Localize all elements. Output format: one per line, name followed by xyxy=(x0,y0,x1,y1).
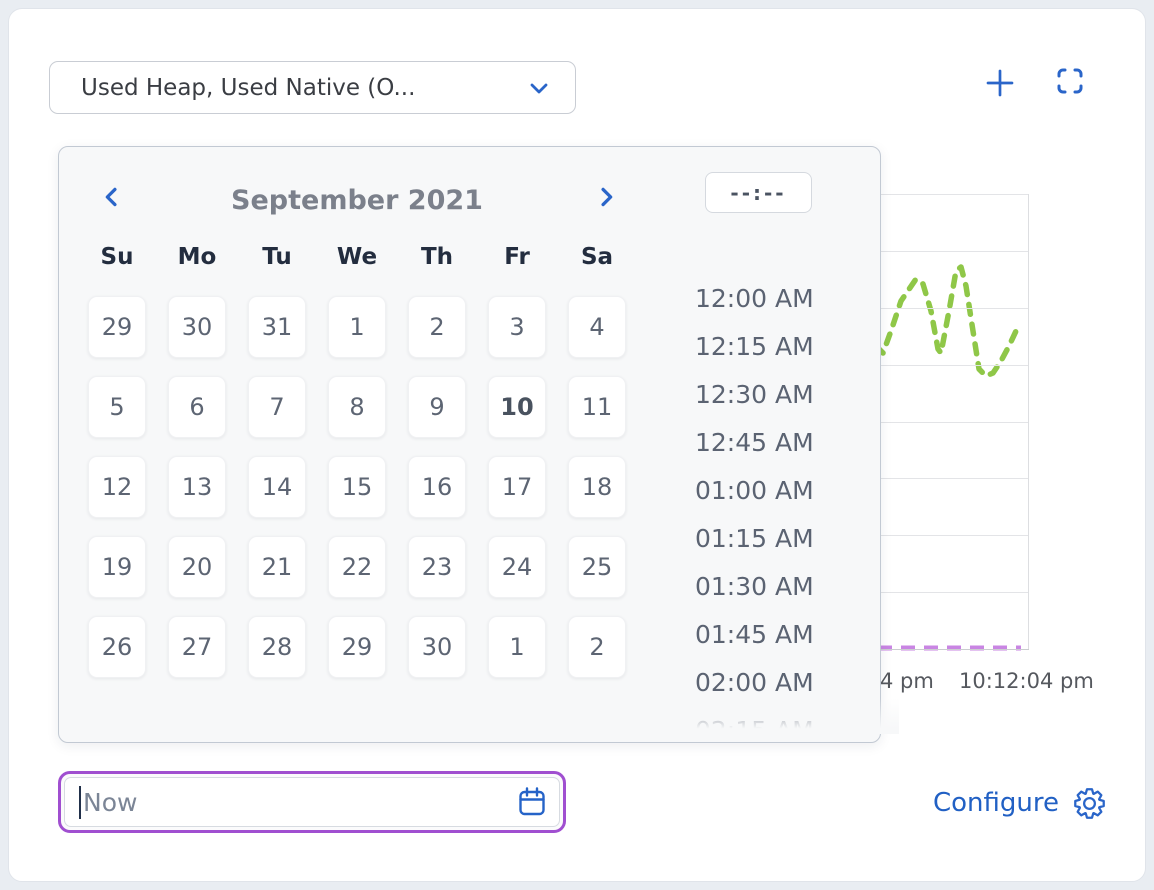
calendar-day[interactable]: 1 xyxy=(488,616,546,678)
next-month-button[interactable] xyxy=(592,183,620,211)
time-option[interactable]: 01:00 AM xyxy=(687,466,899,514)
calendar-day[interactable]: 10 xyxy=(488,376,546,438)
time-option[interactable]: 12:00 AM xyxy=(687,274,899,322)
fullscreen-button[interactable] xyxy=(1052,63,1088,99)
day-of-week-label: Fr xyxy=(488,244,546,270)
datetime-picker-popup: September 2021 SuMoTuWeThFrSa 2930311234… xyxy=(58,146,881,743)
plus-icon xyxy=(986,69,1014,97)
calendar-day[interactable]: 14 xyxy=(248,456,306,518)
calendar-day[interactable]: 6 xyxy=(168,376,226,438)
date-input[interactable] xyxy=(58,771,566,833)
calendar-day[interactable]: 13 xyxy=(168,456,226,518)
calendar-day[interactable]: 11 xyxy=(568,376,626,438)
time-option[interactable]: 01:15 AM xyxy=(687,514,899,562)
calendar-day[interactable]: 25 xyxy=(568,536,626,598)
calendar-day[interactable]: 29 xyxy=(88,296,146,358)
date-input-field[interactable] xyxy=(64,777,560,827)
calendar-dates-grid: 2930311234567891011121314151617181920212… xyxy=(88,296,626,678)
metric-dropdown-value: Used Heap, Used Native (O... xyxy=(81,75,525,101)
calendar-day[interactable]: 2 xyxy=(408,296,466,358)
calendar-day[interactable]: 22 xyxy=(328,536,386,598)
time-option[interactable]: 01:30 AM xyxy=(687,562,899,610)
configure-link[interactable]: Configure xyxy=(914,781,1106,825)
text-caret xyxy=(79,786,81,819)
chevron-down-icon xyxy=(525,74,553,102)
calendar-day[interactable]: 1 xyxy=(328,296,386,358)
time-display-box: --:-- xyxy=(705,172,812,213)
calendar-day[interactable]: 24 xyxy=(488,536,546,598)
calendar-day[interactable]: 5 xyxy=(88,376,146,438)
calendar-day[interactable]: 19 xyxy=(88,536,146,598)
time-option[interactable]: 02:00 AM xyxy=(687,658,899,706)
configure-label: Configure xyxy=(933,788,1059,818)
time-option[interactable]: 12:15 AM xyxy=(687,322,899,370)
calendar-day[interactable]: 27 xyxy=(168,616,226,678)
calendar-day[interactable]: 9 xyxy=(408,376,466,438)
calendar-day[interactable]: 2 xyxy=(568,616,626,678)
day-of-week-label: Th xyxy=(408,244,466,270)
calendar-day[interactable]: 29 xyxy=(328,616,386,678)
calendar-icon[interactable] xyxy=(517,786,547,818)
day-of-week-label: Sa xyxy=(568,244,626,270)
time-option[interactable]: 12:45 AM xyxy=(687,418,899,466)
calendar-day[interactable]: 7 xyxy=(248,376,306,438)
calendar-day[interactable]: 20 xyxy=(168,536,226,598)
day-of-week-header-row: Su Mo Tu We Th Fr Sa xyxy=(88,244,626,270)
calendar-day[interactable]: 15 xyxy=(328,456,386,518)
gear-icon xyxy=(1073,787,1106,820)
x-axis-tick-label: 10:12:04 pm xyxy=(959,669,1094,693)
time-option[interactable]: 02:15 AM xyxy=(687,706,899,732)
calendar-day[interactable]: 17 xyxy=(488,456,546,518)
calendar-day[interactable]: 21 xyxy=(248,536,306,598)
time-option[interactable]: 01:45 AM xyxy=(687,610,899,658)
calendar-day[interactable]: 18 xyxy=(568,456,626,518)
calendar-day[interactable]: 28 xyxy=(248,616,306,678)
metrics-widget-panel: Used Heap, Used Native (O... 4 pm 10:12:… xyxy=(8,8,1146,882)
add-metric-button[interactable] xyxy=(986,69,1014,97)
calendar-day[interactable]: 30 xyxy=(408,616,466,678)
calendar-day[interactable]: 3 xyxy=(488,296,546,358)
calendar-day[interactable]: 8 xyxy=(328,376,386,438)
metric-dropdown[interactable]: Used Heap, Used Native (O... xyxy=(49,61,576,114)
calendar-day[interactable]: 30 xyxy=(168,296,226,358)
time-option[interactable]: 12:30 AM xyxy=(687,370,899,418)
day-of-week-label: Su xyxy=(88,244,146,270)
calendar-day[interactable]: 12 xyxy=(88,456,146,518)
calendar-day[interactable]: 23 xyxy=(408,536,466,598)
day-of-week-label: We xyxy=(328,244,386,270)
calendar-day[interactable]: 16 xyxy=(408,456,466,518)
chevron-right-icon xyxy=(592,183,620,211)
day-of-week-label: Mo xyxy=(168,244,226,270)
fullscreen-icon xyxy=(1052,63,1088,99)
time-options-list[interactable]: 12:00 AM12:15 AM12:30 AM12:45 AM01:00 AM… xyxy=(687,274,899,732)
calendar-day[interactable]: 31 xyxy=(248,296,306,358)
calendar-day[interactable]: 26 xyxy=(88,616,146,678)
date-text-input[interactable] xyxy=(83,788,517,817)
day-of-week-label: Tu xyxy=(248,244,306,270)
calendar-month-title: September 2021 xyxy=(88,185,626,216)
chart-plot-right-edge xyxy=(1028,194,1029,649)
calendar-day[interactable]: 4 xyxy=(568,296,626,358)
